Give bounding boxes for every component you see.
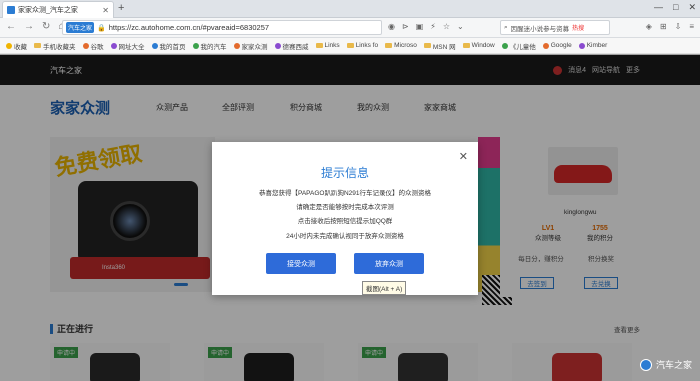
dialog-line: 24小时内未完成确认视同于放弃众测资格 [286,233,404,240]
globe-icon [542,42,549,49]
accept-button[interactable]: 接受众测 [266,253,336,274]
globe-icon [501,42,508,49]
watermark-text: 汽车之家 [655,360,692,370]
screenshot-icon[interactable]: ▣ [416,22,424,31]
chevron-down-icon[interactable]: ⌄ [457,22,464,31]
browser-tab[interactable]: 家家众测_汽车之家 ✕ [2,1,114,18]
reject-button[interactable]: 放弃众测 [354,253,424,274]
folder-icon [346,43,354,48]
search-input[interactable]: ⌕ 因醒迷小说参与资募 热搜 [500,20,610,35]
bookmark-item[interactable]: 手机收藏夹 [34,41,76,51]
url-input[interactable]: 汽车之家 🔒 https://zc.autohome.com.cn/#pvare… [62,20,382,35]
bookmark-item[interactable]: 我的汽车 [192,41,227,51]
toolbar-icons: ◈ ⊞ ⇩ ≡ [646,22,694,31]
close-icon[interactable]: ✕ [459,150,468,163]
tab-title: 家家众测_汽车之家 [18,7,78,14]
lightning-icon[interactable]: ⚡ [430,22,436,31]
url-text: https://zc.autohome.com.cn/#pvareaid=683… [108,23,270,32]
bookmark-label: 谷歌 [90,43,104,51]
dialog-line: 恭喜您获得【PAPAGO趴趴狗N291行车记录仪】的众测资格 [258,190,432,197]
bookmark-label: 我的汽车 [200,43,227,51]
favicon-icon [7,6,15,14]
dialog-title: 提示信息 [320,166,369,180]
bookmark-label: Microso [394,42,417,49]
bookmark-item[interactable]: 《儿童他 [501,41,536,51]
folder-icon [34,43,41,48]
bookmark-item[interactable]: Microso [385,42,417,49]
bookmark-label: Google [550,42,572,49]
bookmark-item[interactable]: 谷歌 [82,41,104,51]
refresh-icon[interactable]: ↻ [42,21,50,32]
bookmark-label: Kimber [586,42,608,49]
bookmark-label: Links fo [355,42,379,49]
bookmark-label: 《儿童他 [509,43,536,51]
bookmark-item[interactable]: 家家众测 [233,41,268,51]
globe-icon [233,42,240,49]
address-bar-row: ← → ↻ ⌂ 汽车之家 🔒 https://zc.autohome.com.c… [0,18,700,38]
minimize-button[interactable]: — [654,2,663,13]
search-icon: ⌕ [504,23,508,31]
search-text: 因醒迷小说参与资募 [510,25,570,33]
bookmark-label: MSN 网 [432,43,456,51]
bookmark-item[interactable]: Links fo [346,42,379,49]
bookmark-label: Window [471,42,495,49]
menu-icon[interactable]: ≡ [689,22,694,31]
hot-search-label: 热搜 [572,26,585,32]
bookmark-label: 家家众测 [241,43,268,51]
folder-icon [315,43,323,48]
star-icon[interactable]: ☆ [443,22,450,31]
share-icon[interactable]: ⊳ [402,22,409,31]
shield-icon[interactable]: ◉ [388,22,395,31]
screenshot-tooltip: 截图(Alt + A) [362,281,407,295]
globe-icon [82,42,89,49]
bookmark-item[interactable]: Links [315,42,340,49]
bookmark-label: Links [324,42,340,49]
lock-icon: 🔒 [97,24,106,32]
forward-icon[interactable]: → [24,21,34,32]
folder-icon [462,43,470,48]
folder-icon [385,43,393,48]
close-tab-icon[interactable]: ✕ [102,6,109,15]
bookmark-item[interactable]: Kimber [578,42,608,49]
dialog-line: 请确定是否能够按时完成本次评测 [296,204,394,211]
bookmark-label: 网址大全 [118,43,145,51]
maximize-button[interactable]: □ [673,2,678,13]
globe-icon [151,42,158,49]
dialog-line: 点击接收后按照短信提示加QQ群 [297,218,393,225]
bookmark-item[interactable]: 网址大全 [110,41,145,51]
bookmark-item[interactable]: Window [462,42,495,49]
bookmark-item[interactable]: 德赛西威 [274,41,309,51]
bookmark-item[interactable]: MSN 网 [423,41,456,51]
bookmark-item[interactable]: 我的首页 [151,41,186,51]
bookmark-label: 收藏 [14,43,27,51]
globe-icon [192,42,199,49]
globe-icon [110,42,117,49]
back-icon[interactable]: ← [6,21,16,32]
bookmark-item[interactable]: Google [542,42,572,49]
address-icons: ◉ ⊳ ▣ ⚡ ☆ ⌄ [388,22,464,31]
bookmark-item[interactable]: 收藏 [6,41,27,51]
watermark: 汽车之家 [639,358,692,371]
close-window-button[interactable]: ✕ [688,2,696,13]
folder-icon [423,43,431,48]
nav-buttons: ← → ↻ ⌂ [6,21,64,32]
browser-tab-bar: 家家众测_汽车之家 ✕ + — □ ✕ [0,0,700,18]
download-icon[interactable]: ⇩ [675,22,682,31]
bookmark-label: 手机收藏夹 [43,43,76,51]
window-controls: — □ ✕ [654,2,696,13]
star-icon [6,42,12,49]
globe-icon [578,42,585,49]
bookmarks-bar: 收藏 手机收藏夹 谷歌 网址大全 我的首页 我的汽车 家家众测 德赛西威 Links Links … [0,38,700,54]
extension-icon[interactable]: ◈ [646,22,652,31]
bookmark-label: 我的首页 [159,43,186,51]
grid-icon[interactable]: ⊞ [660,22,667,31]
globe-icon [274,42,281,49]
bookmark-label: 德赛西威 [282,43,309,51]
new-tab-button[interactable]: + [118,2,124,14]
notice-dialog: ✕ 提示信息 恭喜您获得【PAPAGO趴趴狗N291行车记录仪】的众测资格 请确… [212,142,478,295]
watermark-logo-icon [639,358,652,371]
site-chip: 汽车之家 [66,22,95,33]
